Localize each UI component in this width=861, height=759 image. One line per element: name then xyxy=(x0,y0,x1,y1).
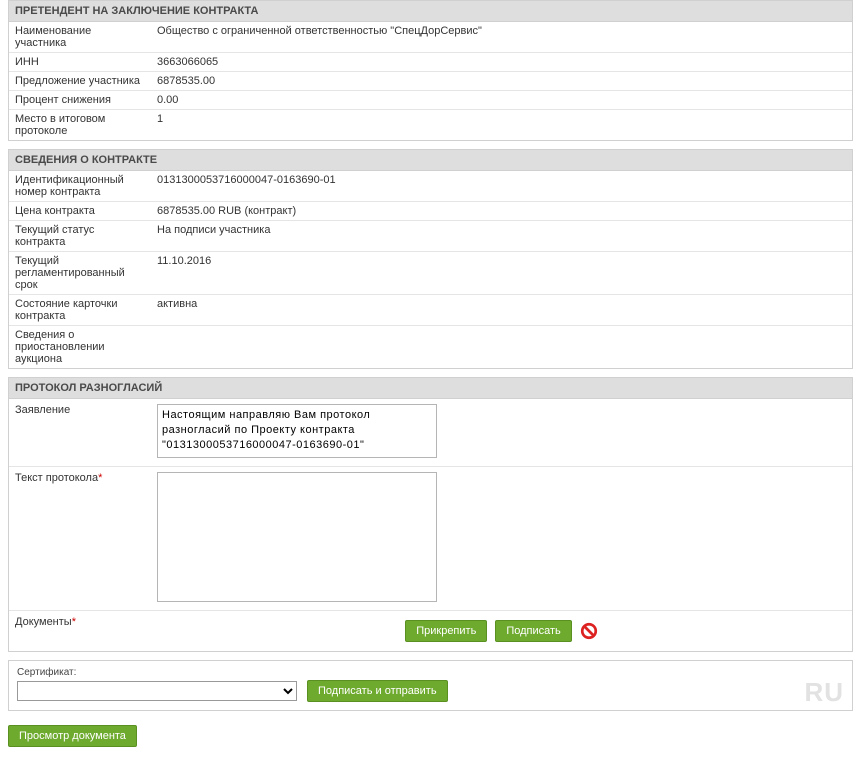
sign-and-send-button[interactable]: Подписать и отправить xyxy=(307,680,448,702)
applicant-panel: ПРЕТЕНДЕНТ НА ЗАКЛЮЧЕНИЕ КОНТРАКТА Наиме… xyxy=(8,0,853,141)
value-contract-id: 0131300053716000047-0163690-01 xyxy=(151,171,852,201)
protocol-panel: ПРОТОКОЛ РАЗНОГЛАСИЙ Заявление Текст про… xyxy=(8,377,853,652)
label-reduction: Процент снижения xyxy=(9,91,151,109)
sign-button[interactable]: Подписать xyxy=(495,620,571,642)
row-price: Цена контракта 6878535.00 RUB (контракт) xyxy=(9,202,852,221)
label-protocol-text: Текст протокола* xyxy=(9,472,151,484)
preview-document-button[interactable]: Просмотр документа xyxy=(8,725,137,747)
value-card-state: активна xyxy=(151,295,852,325)
row-rank: Место в итоговом протоколе 1 xyxy=(9,110,852,140)
row-documents: Документы* Прикрепить Подписать xyxy=(9,611,852,651)
label-status: Текущий статус контракта xyxy=(9,221,151,251)
protocol-text-label-text: Текст протокола xyxy=(15,472,98,484)
contract-panel: СВЕДЕНИЯ О КОНТРАКТЕ Идентификационный н… xyxy=(8,149,853,369)
certificate-label: Сертификат: xyxy=(17,667,844,678)
documents-label-text: Документы xyxy=(15,616,72,628)
forbidden-icon[interactable] xyxy=(580,622,598,640)
row-applicant-name: Наименование участника Общество с ограни… xyxy=(9,22,852,53)
certificate-block: Сертификат: Подписать и отправить RU xyxy=(8,660,853,711)
attach-button[interactable]: Прикрепить xyxy=(405,620,487,642)
protocol-header: ПРОТОКОЛ РАЗНОГЛАСИЙ xyxy=(9,378,852,399)
row-protocol-text: Текст протокола* xyxy=(9,467,852,611)
value-inn: 3663066065 xyxy=(151,53,852,71)
label-price: Цена контракта xyxy=(9,202,151,220)
row-reduction: Процент снижения 0.00 xyxy=(9,91,852,110)
label-statement: Заявление xyxy=(9,404,151,416)
label-offer: Предложение участника xyxy=(9,72,151,90)
label-deadline: Текущий регламентированный срок xyxy=(9,252,151,294)
value-rank: 1 xyxy=(151,110,852,140)
required-asterisk: * xyxy=(72,616,76,628)
protocol-text-textarea[interactable] xyxy=(157,472,437,602)
value-applicant-name: Общество с ограниченной ответственностью… xyxy=(151,22,852,52)
row-status: Текущий статус контракта На подписи учас… xyxy=(9,221,852,252)
value-reduction: 0.00 xyxy=(151,91,852,109)
label-inn: ИНН xyxy=(9,53,151,71)
row-statement: Заявление xyxy=(9,399,852,467)
label-card-state: Состояние карточки контракта xyxy=(9,295,151,325)
row-deadline: Текущий регламентированный срок 11.10.20… xyxy=(9,252,852,295)
row-suspension: Сведения о приостановлении аукциона xyxy=(9,326,852,368)
row-inn: ИНН 3663066065 xyxy=(9,53,852,72)
label-applicant-name: Наименование участника xyxy=(9,22,151,52)
row-card-state: Состояние карточки контракта активна xyxy=(9,295,852,326)
label-contract-id: Идентификационный номер контракта xyxy=(9,171,151,201)
label-rank: Место в итоговом протоколе xyxy=(9,110,151,140)
certificate-select[interactable] xyxy=(17,681,297,701)
value-offer: 6878535.00 xyxy=(151,72,852,90)
row-contract-id: Идентификационный номер контракта 013130… xyxy=(9,171,852,202)
required-asterisk: * xyxy=(98,472,102,484)
value-price: 6878535.00 RUB (контракт) xyxy=(151,202,852,220)
label-suspension: Сведения о приостановлении аукциона xyxy=(9,326,151,368)
contract-header: СВЕДЕНИЯ О КОНТРАКТЕ xyxy=(9,150,852,171)
preview-wrap: Просмотр документа xyxy=(0,725,861,759)
value-deadline: 11.10.2016 xyxy=(151,252,852,294)
label-documents: Документы* xyxy=(9,616,151,628)
value-status: На подписи участника xyxy=(151,221,852,251)
row-offer: Предложение участника 6878535.00 xyxy=(9,72,852,91)
value-suspension xyxy=(151,326,852,368)
applicant-header: ПРЕТЕНДЕНТ НА ЗАКЛЮЧЕНИЕ КОНТРАКТА xyxy=(9,1,852,22)
statement-textarea[interactable] xyxy=(157,404,437,458)
